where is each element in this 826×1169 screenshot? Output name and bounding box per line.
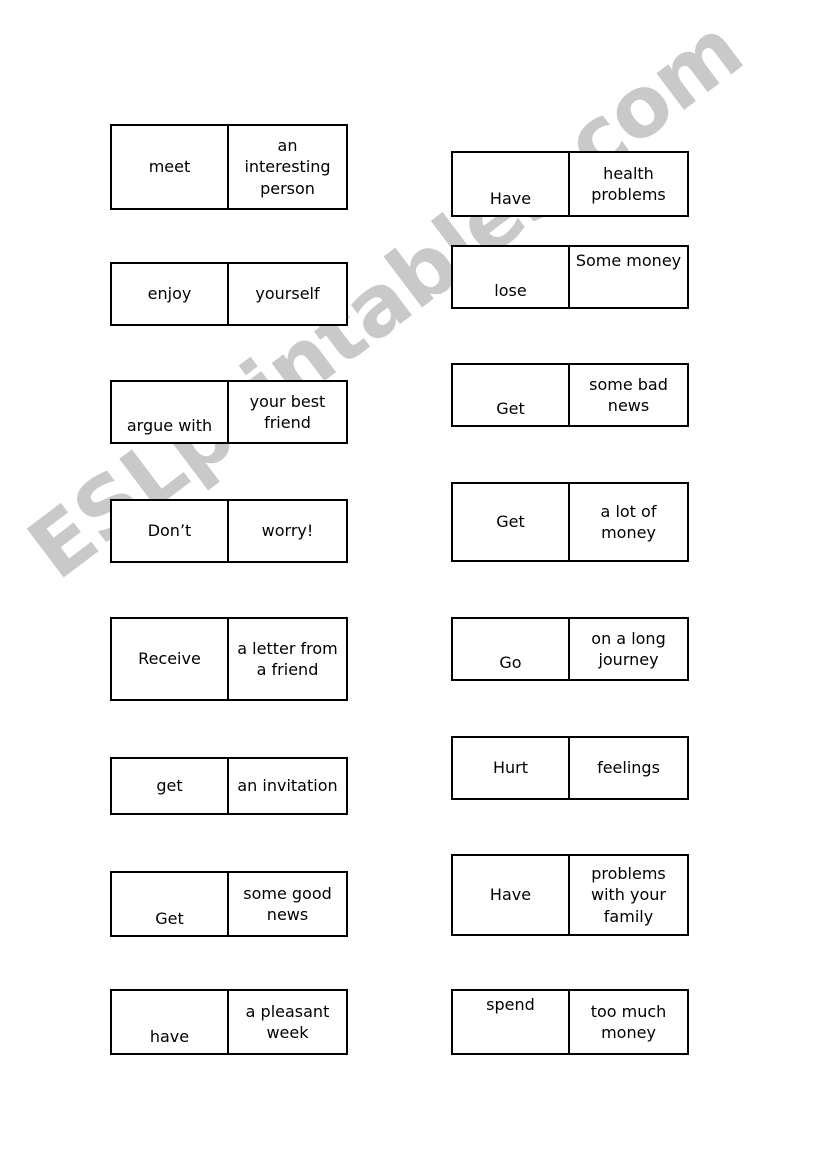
domino-half-right: worry! bbox=[261, 521, 314, 541]
domino-half-right: some bad news bbox=[589, 374, 668, 415]
domino-tile: Get some good news bbox=[110, 871, 348, 937]
domino-tile: Have problems with your family bbox=[451, 854, 689, 936]
domino-tile: meet an interesting person bbox=[110, 124, 348, 210]
domino-tile: get an invitation bbox=[110, 757, 348, 815]
domino-tile: Get some bad news bbox=[451, 363, 689, 427]
domino-half-left: lose bbox=[453, 247, 570, 307]
domino-tile: Go on a long journey bbox=[451, 617, 689, 681]
domino-tile: lose Some money bbox=[451, 245, 689, 309]
domino-half-right: an interesting person bbox=[244, 136, 331, 198]
domino-tile: Don’t worry! bbox=[110, 499, 348, 563]
domino-half-right: an invitation bbox=[237, 776, 338, 796]
domino-half-right: a lot of money bbox=[600, 501, 657, 542]
domino-half-left: Have bbox=[453, 856, 570, 934]
domino-half-right: feelings bbox=[597, 758, 660, 778]
domino-half-left: have bbox=[112, 991, 229, 1053]
domino-half-left: argue with bbox=[112, 382, 229, 442]
domino-half-left: enjoy bbox=[112, 264, 229, 324]
domino-tile: Have health problems bbox=[451, 151, 689, 217]
domino-half-left: spend bbox=[453, 991, 570, 1053]
domino-half-left: Have bbox=[453, 153, 570, 215]
domino-half-right: health problems bbox=[591, 163, 666, 204]
domino-half-right: too much money bbox=[590, 1001, 667, 1042]
domino-half-left: Receive bbox=[112, 619, 229, 699]
domino-tile: Hurt feelings bbox=[451, 736, 689, 800]
domino-half-right: on a long journey bbox=[591, 628, 666, 669]
domino-half-right: problems with your family bbox=[590, 864, 666, 926]
domino-tile: Get a lot of money bbox=[451, 482, 689, 562]
domino-half-right: a letter from a friend bbox=[237, 638, 338, 679]
domino-tile: spend too much money bbox=[451, 989, 689, 1055]
domino-tile: Receive a letter from a friend bbox=[110, 617, 348, 701]
domino-half-left: Hurt bbox=[453, 738, 570, 798]
domino-half-right: Some money bbox=[575, 251, 682, 270]
domino-half-right: some good news bbox=[243, 883, 332, 924]
worksheet-page: ESLprintables.com meet an interesting per… bbox=[0, 0, 826, 1169]
domino-half-left: Get bbox=[453, 484, 570, 560]
domino-half-left: Get bbox=[112, 873, 229, 935]
domino-half-left: Go bbox=[453, 619, 570, 679]
domino-half-right: your best friend bbox=[249, 391, 326, 432]
domino-half-right: yourself bbox=[255, 284, 320, 304]
domino-tile: enjoy yourself bbox=[110, 262, 348, 326]
domino-half-left: Get bbox=[453, 365, 570, 425]
domino-half-left: Don’t bbox=[112, 501, 229, 561]
domino-half-left: meet bbox=[112, 126, 229, 208]
domino-half-right: a pleasant week bbox=[245, 1001, 330, 1042]
domino-half-left: get bbox=[112, 759, 229, 813]
domino-tile: have a pleasant week bbox=[110, 989, 348, 1055]
domino-tile: argue with your best friend bbox=[110, 380, 348, 444]
